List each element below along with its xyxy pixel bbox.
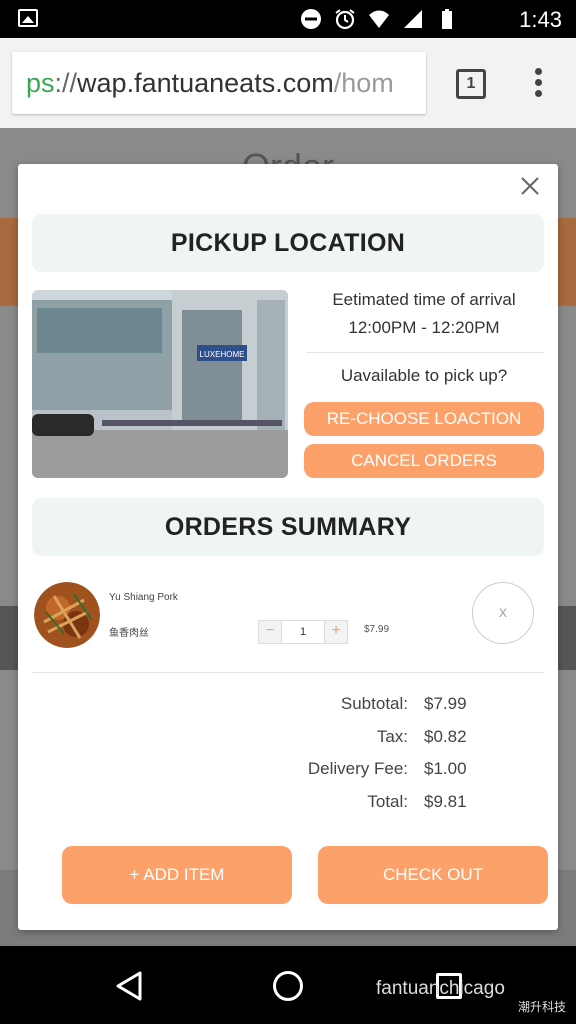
home-icon[interactable] bbox=[273, 971, 303, 1001]
overflow-menu-icon[interactable] bbox=[532, 68, 544, 102]
divider bbox=[306, 352, 544, 353]
eta-label: Eetimated time of arrival bbox=[332, 290, 516, 309]
delivery-fee-label: Delivery Fee: bbox=[307, 759, 408, 778]
pickup-location-photo: LUXEHOME bbox=[32, 290, 288, 478]
wifi-icon bbox=[369, 10, 389, 28]
item-name-chinese: 鱼香肉丝 bbox=[109, 628, 149, 639]
back-icon[interactable] bbox=[114, 970, 144, 1002]
watermark-brand: 潮升科技 bbox=[518, 1000, 567, 1014]
item-price: $7.99 bbox=[364, 624, 390, 635]
add-item-button[interactable]: + ADD ITEM bbox=[62, 846, 292, 904]
increase-quantity-button[interactable]: + bbox=[325, 621, 347, 643]
tax-value: $0.82 bbox=[424, 726, 467, 746]
order-modal: PICKUP LOCATION LUXEHOME Eetimated time … bbox=[18, 164, 558, 930]
url-path: /hom bbox=[333, 68, 394, 98]
list-item: Yu Shiang Pork 鱼香肉丝 − 1 + $7.99 x bbox=[32, 578, 544, 648]
tax-label: Tax: bbox=[376, 726, 408, 746]
decrease-quantity-button[interactable]: − bbox=[259, 621, 281, 643]
system-navigation-bar: fantuanchicago 潮升科技 bbox=[0, 946, 576, 1024]
delivery-fee-row: Delivery Fee: $1.00 bbox=[218, 759, 548, 792]
divider bbox=[32, 672, 544, 673]
watermark-text: fantuanchicago bbox=[376, 978, 505, 999]
orders-summary-heading: ORDERS SUMMARY bbox=[32, 498, 544, 556]
status-icons bbox=[300, 8, 458, 30]
url-separator: :// bbox=[54, 68, 78, 98]
tax-row: Tax: $0.82 bbox=[218, 727, 548, 760]
gallery-notification-icon bbox=[18, 9, 38, 27]
alarm-icon bbox=[335, 9, 355, 30]
remove-item-button[interactable]: x bbox=[472, 582, 534, 644]
subtotal-row: Subtotal: $7.99 bbox=[218, 694, 548, 727]
clock: 1:43 bbox=[519, 7, 562, 32]
cell-signal-icon bbox=[404, 10, 422, 28]
rechoose-location-button[interactable]: RE-CHOOSE LOACTION bbox=[304, 402, 544, 436]
eta-time: 12:00PM - 12:20PM bbox=[348, 318, 500, 337]
pickup-location-heading: PICKUP LOCATION bbox=[32, 214, 544, 272]
photo-storefront-sign: LUXEHOME bbox=[200, 350, 245, 359]
food-image bbox=[34, 582, 100, 648]
item-name: Yu Shiang Pork bbox=[109, 592, 178, 603]
subtotal-label: Subtotal: bbox=[340, 694, 408, 713]
url-scheme: ps bbox=[26, 68, 55, 98]
tab-switcher-button[interactable]: 1 bbox=[456, 69, 486, 99]
subtotal-value: $7.99 bbox=[424, 694, 467, 713]
close-icon[interactable] bbox=[518, 174, 542, 198]
delivery-fee-value: $1.00 bbox=[424, 759, 467, 778]
battery-icon bbox=[442, 9, 452, 29]
browser-toolbar: ps://wap.fantuaneats.com/hom 1 bbox=[0, 38, 576, 128]
total-row: Total: $9.81 bbox=[218, 792, 548, 825]
quantity-value[interactable]: 1 bbox=[281, 621, 325, 643]
order-totals: Subtotal: $7.99 Tax: $0.82 Delivery Fee: $1… bbox=[218, 694, 548, 824]
unavailable-prompt: Uavailable to pick up? bbox=[340, 366, 508, 385]
url-host: wap.fantuaneats.com bbox=[77, 68, 334, 98]
total-value: $9.81 bbox=[424, 791, 467, 811]
quantity-stepper: − 1 + bbox=[258, 620, 348, 644]
url-bar[interactable]: ps://wap.fantuaneats.com/hom bbox=[12, 52, 426, 114]
cancel-orders-button[interactable]: CANCEL ORDERS bbox=[304, 444, 544, 478]
status-bar: 1:43 bbox=[0, 0, 576, 38]
total-label: Total: bbox=[367, 791, 408, 811]
check-out-button[interactable]: CHECK OUT bbox=[318, 846, 548, 904]
do-not-disturb-icon bbox=[301, 9, 321, 29]
